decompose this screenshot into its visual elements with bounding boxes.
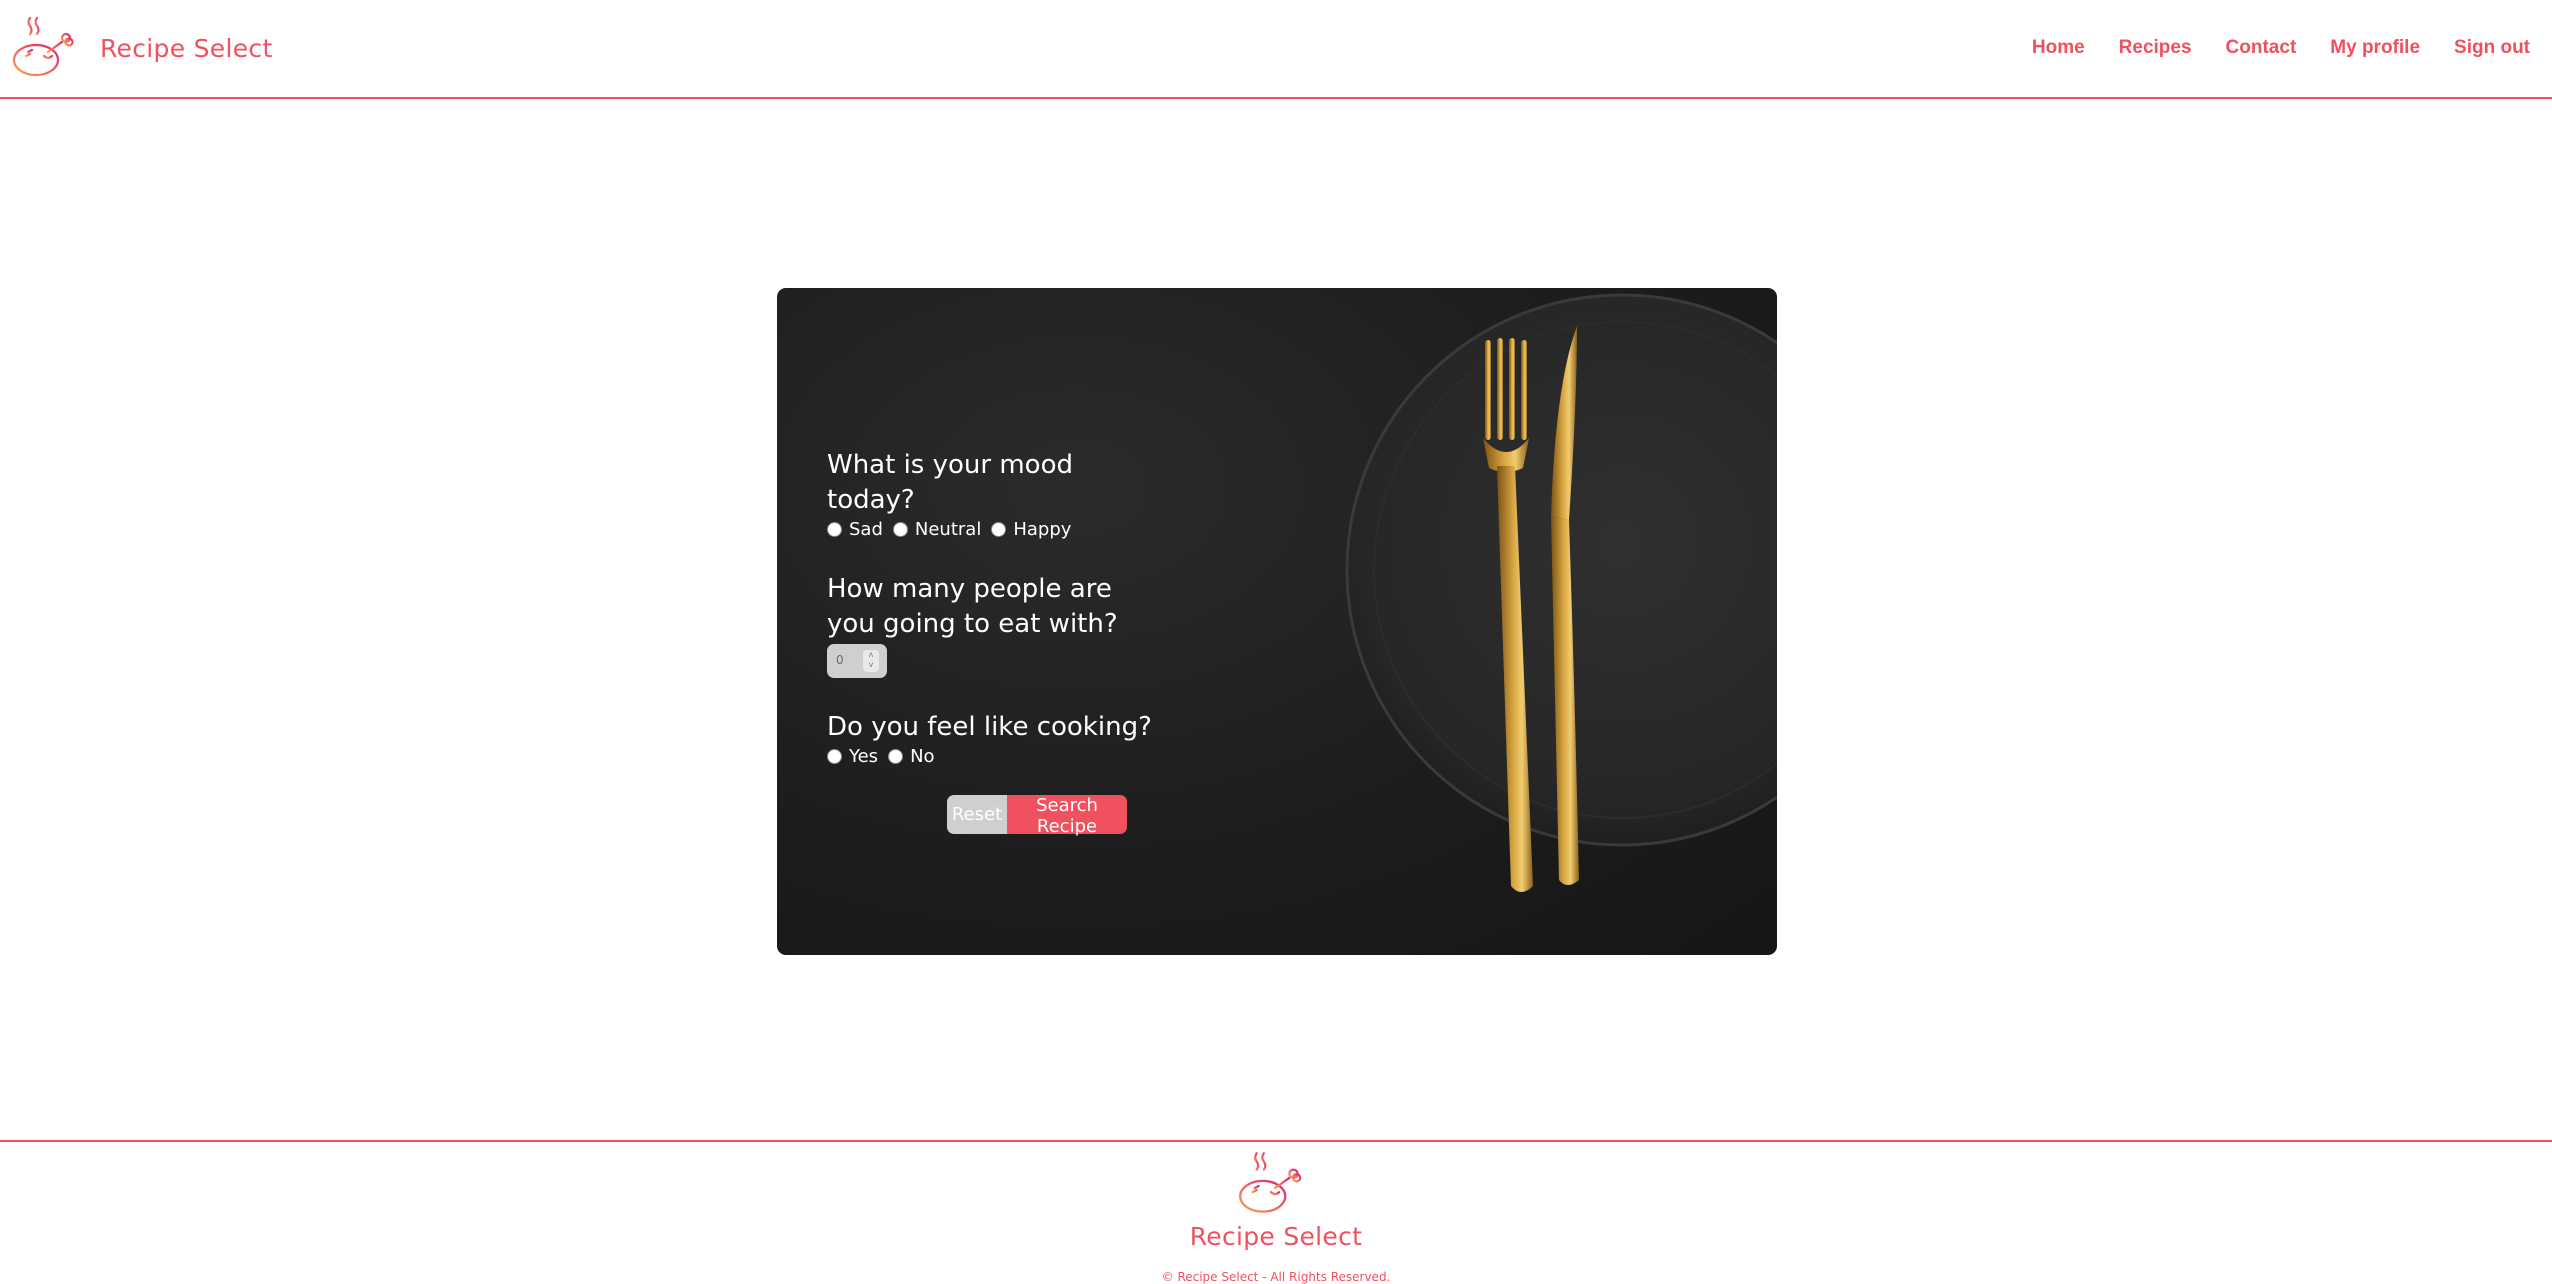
footer-copyright: © Recipe Select - All Rights Reserved. — [1161, 1270, 1391, 1284]
people-count-value: 0 — [836, 653, 844, 667]
site-footer: Recipe Select © Recipe Select - All Righ… — [0, 1140, 2552, 1284]
nav-sign-out[interactable]: Sign out — [2454, 37, 2530, 59]
footer-brand-name: Recipe Select — [1189, 1222, 1363, 1251]
roast-chicken-icon — [8, 16, 74, 84]
cooking-option-yes[interactable]: Yes — [827, 746, 878, 767]
nav-my-profile[interactable]: My profile — [2330, 37, 2420, 59]
nav-contact[interactable]: Contact — [2226, 37, 2297, 59]
stepper-arrows-icon[interactable]: ˄ ˅ — [863, 650, 879, 672]
mood-sad-label: Sad — [849, 519, 883, 540]
mood-form: What is your mood today? Sad Neutral Hap… — [827, 448, 1157, 837]
mood-option-neutral[interactable]: Neutral — [892, 519, 982, 540]
search-recipe-button[interactable]: Search Recipe — [1007, 795, 1127, 837]
plate-cutlery-image — [1345, 293, 1777, 892]
mood-options: Sad Neutral Happy — [827, 519, 1157, 540]
cooking-yes-radio[interactable] — [827, 749, 842, 764]
cooking-yes-label: Yes — [849, 746, 879, 767]
cooking-options: Yes No — [827, 746, 1157, 767]
people-question-block: How many people are you going to eat wit… — [827, 572, 1157, 678]
mood-option-sad[interactable]: Sad — [827, 519, 883, 540]
cooking-question-block: Do you feel like cooking? Yes No — [827, 710, 1157, 767]
brand-link[interactable]: Recipe Select — [6, 12, 273, 84]
cooking-question: Do you feel like cooking? — [827, 712, 1152, 742]
nav-recipes[interactable]: Recipes — [2119, 37, 2192, 59]
nav-home[interactable]: Home — [2032, 37, 2085, 59]
brand-name: Recipe Select — [100, 33, 273, 63]
mood-happy-radio[interactable] — [991, 522, 1007, 537]
cooking-option-no[interactable]: No — [888, 746, 935, 767]
mood-neutral-radio[interactable] — [892, 522, 908, 537]
reset-button[interactable]: Reset — [947, 795, 1007, 834]
recipe-form-card: What is your mood today? Sad Neutral Hap… — [777, 288, 1777, 955]
roast-chicken-icon — [1234, 1152, 1302, 1220]
site-header: Recipe Select Home Recipes Contact My pr… — [0, 0, 2552, 99]
mood-neutral-label: Neutral — [914, 519, 982, 540]
mood-sad-radio[interactable] — [827, 522, 842, 537]
cooking-no-label: No — [910, 746, 935, 767]
mood-option-happy[interactable]: Happy — [991, 519, 1071, 540]
mood-question-block: What is your mood today? Sad Neutral Hap… — [827, 448, 1157, 540]
people-count-stepper[interactable]: 0 ˄ ˅ — [827, 644, 887, 678]
main-nav: Home Recipes Contact My profile Sign out — [1998, 37, 2530, 59]
people-question: How many people are you going to eat wit… — [827, 574, 1118, 639]
cooking-no-radio[interactable] — [888, 749, 904, 764]
form-buttons: Reset Search Recipe — [947, 795, 1157, 837]
mood-question: What is your mood today? — [827, 450, 1073, 515]
mood-happy-label: Happy — [1013, 519, 1072, 540]
